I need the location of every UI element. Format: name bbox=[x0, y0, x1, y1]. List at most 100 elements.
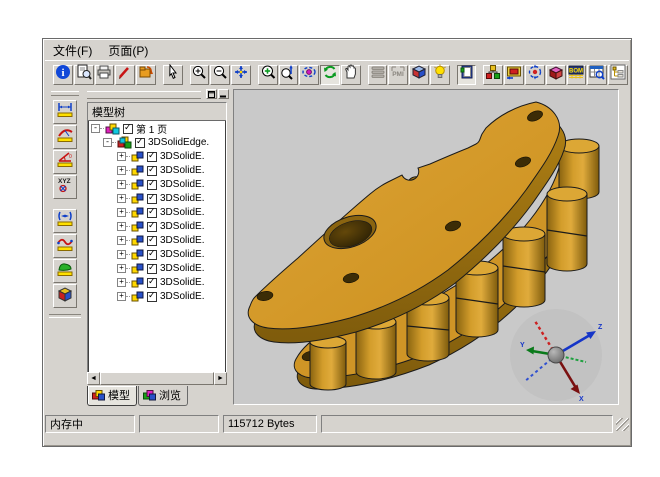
tree-row-part[interactable]: +3DSolidE. bbox=[88, 150, 226, 163]
rotate-button[interactable] bbox=[299, 65, 319, 85]
view-cube-button[interactable] bbox=[409, 65, 429, 85]
tree-row-label[interactable]: 3DSolidE. bbox=[159, 179, 204, 190]
tree-row-part[interactable]: +3DSolidE. bbox=[88, 234, 226, 247]
tree-row-label[interactable]: 3DSolidE. bbox=[159, 291, 204, 302]
measure-horizontal-button[interactable] bbox=[53, 100, 77, 124]
checkbox-checked-icon[interactable] bbox=[147, 264, 157, 274]
collapse-icon[interactable]: - bbox=[103, 138, 112, 147]
panel-restore-button[interactable] bbox=[206, 89, 217, 99]
expand-icon[interactable]: + bbox=[117, 236, 126, 245]
pmi-button[interactable]: PMI bbox=[388, 65, 408, 85]
expand-icon[interactable]: + bbox=[117, 250, 126, 259]
expand-icon[interactable]: + bbox=[117, 264, 126, 273]
checkbox-checked-icon[interactable] bbox=[135, 138, 145, 148]
expand-icon[interactable]: + bbox=[117, 152, 126, 161]
menu-page[interactable]: 页面(P) bbox=[100, 40, 156, 61]
assembly-tree-button[interactable] bbox=[483, 65, 503, 85]
tree-row-part[interactable]: +3DSolidE. bbox=[88, 220, 226, 233]
viewport-3d[interactable]: Z X Y bbox=[233, 89, 619, 405]
checkbox-checked-icon[interactable] bbox=[147, 152, 157, 162]
menu-file[interactable]: 文件(F) bbox=[45, 40, 100, 61]
resize-grip[interactable] bbox=[616, 418, 629, 431]
tree-row-part[interactable]: +3DSolidE. bbox=[88, 290, 226, 303]
table-search-button[interactable] bbox=[587, 65, 607, 85]
expand-icon[interactable]: + bbox=[117, 292, 126, 301]
light-button[interactable] bbox=[430, 65, 450, 85]
about-button[interactable]: i bbox=[53, 65, 73, 85]
pan-hand-button[interactable] bbox=[341, 65, 361, 85]
tree-row-label[interactable]: 第 1 页 bbox=[135, 121, 167, 136]
tree-row-part[interactable]: +3DSolidE. bbox=[88, 178, 226, 191]
tree-row-label[interactable]: 3DSolidE. bbox=[159, 165, 204, 176]
tree-row-page[interactable]: - 第 1 页 bbox=[88, 122, 226, 135]
measure-distance-button[interactable] bbox=[53, 209, 77, 233]
tree-row-label[interactable]: 3DSolidE. bbox=[159, 249, 204, 260]
tree-row-part[interactable]: +3DSolidE. bbox=[88, 276, 226, 289]
tab-browse[interactable]: 浏览 bbox=[138, 386, 188, 406]
measure-area-button[interactable] bbox=[53, 259, 77, 283]
measure-radius-button[interactable] bbox=[53, 125, 77, 149]
measure-volume-button[interactable] bbox=[53, 284, 77, 308]
zoom-in-button[interactable] bbox=[190, 65, 210, 85]
scroll-right-icon[interactable]: ► bbox=[214, 372, 227, 385]
panel-grip[interactable] bbox=[87, 91, 201, 99]
select-button[interactable] bbox=[163, 65, 183, 85]
tree-row-part[interactable]: +3DSolidE. bbox=[88, 262, 226, 275]
checkbox-checked-icon[interactable] bbox=[147, 278, 157, 288]
tree-row-part[interactable]: +3DSolidE. bbox=[88, 206, 226, 219]
tree-row-label[interactable]: 3DSolidEdge. bbox=[147, 137, 209, 148]
expand-icon[interactable]: + bbox=[117, 194, 126, 203]
tree-row-label[interactable]: 3DSolidE. bbox=[159, 235, 204, 246]
scroll-left-icon[interactable]: ◄ bbox=[87, 372, 100, 385]
tree-row-part[interactable]: +3DSolidE. bbox=[88, 248, 226, 261]
tree-row-label[interactable]: 3DSolidE. bbox=[159, 263, 204, 274]
expand-icon[interactable]: + bbox=[117, 222, 126, 231]
tab-model[interactable]: 模型 bbox=[87, 386, 137, 406]
pan-button[interactable] bbox=[231, 65, 251, 85]
toolbar-grip[interactable] bbox=[51, 91, 79, 96]
checkbox-checked-icon[interactable] bbox=[147, 292, 157, 302]
expand-icon[interactable]: + bbox=[117, 208, 126, 217]
zoom-dynamic-button[interactable] bbox=[279, 65, 299, 85]
print-preview-button[interactable] bbox=[74, 65, 94, 85]
scrollbar-thumb[interactable] bbox=[100, 372, 214, 385]
notebook-button[interactable] bbox=[457, 65, 477, 85]
zoom-out-button[interactable] bbox=[210, 65, 230, 85]
solid-model-button[interactable] bbox=[546, 65, 566, 85]
checkbox-checked-icon[interactable] bbox=[147, 250, 157, 260]
zoom-window-button[interactable] bbox=[258, 65, 278, 85]
screen-capture-button[interactable] bbox=[504, 65, 524, 85]
markup-button[interactable] bbox=[115, 65, 135, 85]
layers-button[interactable] bbox=[368, 65, 388, 85]
update-view-button[interactable] bbox=[525, 65, 545, 85]
measure-curve-button[interactable] bbox=[53, 234, 77, 258]
expand-icon[interactable]: + bbox=[117, 180, 126, 189]
expand-icon[interactable]: + bbox=[117, 278, 126, 287]
tree-row-label[interactable]: 3DSolidE. bbox=[159, 207, 204, 218]
bom-button[interactable]: BOM bbox=[567, 65, 587, 85]
checkbox-checked-icon[interactable] bbox=[147, 222, 157, 232]
collapse-icon[interactable]: - bbox=[91, 124, 100, 133]
export-button[interactable] bbox=[136, 65, 156, 85]
refresh-button[interactable] bbox=[320, 65, 340, 85]
checkbox-checked-icon[interactable] bbox=[123, 124, 133, 134]
checkbox-checked-icon[interactable] bbox=[147, 208, 157, 218]
checkbox-checked-icon[interactable] bbox=[147, 180, 157, 190]
measure-angle-button[interactable]: 0 bbox=[53, 150, 77, 174]
print-button[interactable] bbox=[95, 65, 115, 85]
tree-list-button[interactable] bbox=[608, 65, 628, 85]
checkbox-checked-icon[interactable] bbox=[147, 236, 157, 246]
tree-row-label[interactable]: 3DSolidE. bbox=[159, 151, 204, 162]
tree-row-assembly[interactable]: - 3DSolidEdge. bbox=[88, 136, 226, 149]
tree-row-label[interactable]: 3DSolidE. bbox=[159, 193, 204, 204]
panel-hide-button[interactable] bbox=[218, 89, 229, 99]
tree-row-part[interactable]: +3DSolidE. bbox=[88, 164, 226, 177]
tree-horizontal-scrollbar[interactable]: ◄ ► bbox=[87, 372, 227, 385]
checkbox-checked-icon[interactable] bbox=[147, 166, 157, 176]
checkbox-checked-icon[interactable] bbox=[147, 194, 157, 204]
tree-row-label[interactable]: 3DSolidE. bbox=[159, 277, 204, 288]
tree-row-part[interactable]: +3DSolidE. bbox=[88, 192, 226, 205]
measure-coordinate-button[interactable]: XYZ bbox=[53, 175, 77, 199]
expand-icon[interactable]: + bbox=[117, 166, 126, 175]
tree-row-label[interactable]: 3DSolidE. bbox=[159, 221, 204, 232]
